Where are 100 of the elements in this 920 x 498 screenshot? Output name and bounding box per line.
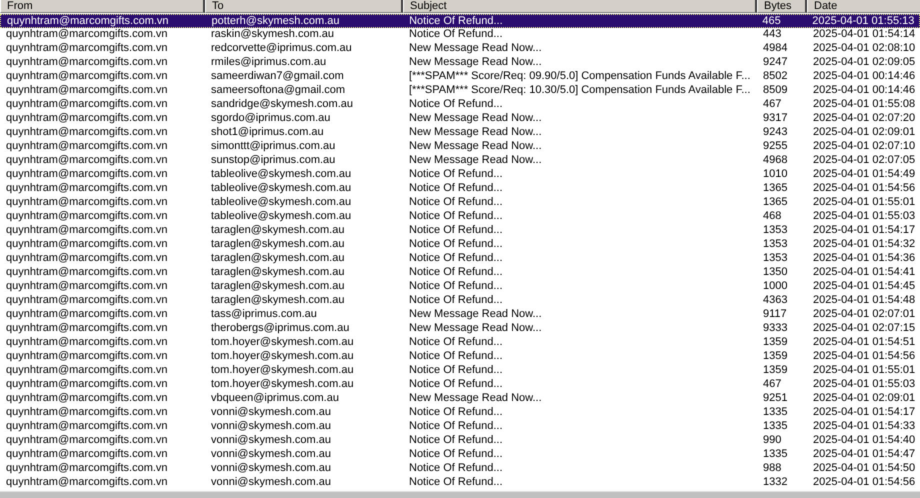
table-cell-text: quynhtram@marcomgifts.com.vn: [5, 364, 169, 378]
table-cell-text: therobergs@iprimus.com.au: [210, 322, 350, 336]
table-cell-text: 2025-04-01 01:55:13: [811, 15, 916, 27]
table-cell-text: quynhtram@marcomgifts.com.vn: [5, 70, 169, 84]
table-cell-text: Notice Of Refund...: [408, 378, 504, 392]
table-cell-text: 467: [762, 98, 782, 112]
table-cell-text: 2025-04-01 01:55:03: [812, 378, 916, 392]
table-cell-text: 1010: [762, 168, 788, 182]
table-cell-text: 2025-04-01 01:54:49: [812, 168, 916, 182]
table-cell-text: 467: [762, 378, 782, 392]
table-cell-text: 2025-04-01 02:07:05: [812, 154, 916, 168]
table-cell-text: sunstop@iprimus.com.au: [210, 154, 336, 168]
table-cell-text: 2025-04-01 01:55:08: [812, 98, 916, 112]
table-cell-text: 2025-04-01 02:07:10: [812, 140, 916, 154]
table-cell-text: quynhtram@marcomgifts.com.vn: [5, 280, 169, 294]
table-cell-text: 443: [762, 28, 782, 42]
table-cell-text: taraglen@skymesh.com.au: [210, 294, 346, 308]
table-cell-text: 2025-04-01 01:54:48: [812, 294, 916, 308]
table-cell-text: 2025-04-01 00:14:46: [812, 70, 916, 84]
table-cell-text: Notice Of Refund...: [408, 406, 504, 420]
table-cell-text: shot1@iprimus.com.au: [210, 126, 325, 140]
table-cell-text: 1359: [762, 364, 788, 378]
table-cell-text: tom.hoyer@skymesh.com.au: [210, 350, 355, 364]
table-cell-text: [***SPAM*** Score/Req: 09.90/5.0] Compensation Funds Available F...: [408, 70, 752, 84]
table-cell-text: 2025-04-01 01:55:03: [812, 210, 916, 224]
table-cell-text: vbqueen@iprimus.com.au: [210, 392, 340, 406]
table-cell-text: quynhtram@marcomgifts.com.vn: [5, 238, 169, 252]
column-header[interactable]: Date: [807, 0, 920, 13]
column-header[interactable]: From: [0, 0, 205, 13]
table-cell-text: New Message Read Now...: [408, 56, 543, 70]
table-cell-text: tableolive@skymesh.com.au: [210, 210, 352, 224]
table-cell-text: Notice Of Refund...: [408, 238, 504, 252]
table-cell-text: Notice Of Refund...: [408, 336, 504, 350]
scrollbar[interactable]: [0, 491, 920, 498]
table-cell-text: Notice Of Refund...: [408, 98, 504, 112]
table-cell-text: Notice Of Refund...: [408, 434, 504, 448]
table-cell-text: quynhtram@marcomgifts.com.vn: [5, 350, 169, 364]
table-cell-text: Notice Of Refund...: [408, 196, 504, 210]
table-cell-text: 990: [762, 434, 782, 448]
table-cell-text: vonni@skymesh.com.au: [210, 406, 332, 420]
table-cell-text: quynhtram@marcomgifts.com.vn: [5, 98, 169, 112]
table-cell-text: 2025-04-01 01:54:47: [812, 448, 916, 462]
table-cell-text: New Message Read Now...: [408, 392, 543, 406]
table-cell-text: quynhtram@marcomgifts.com.vn: [5, 224, 169, 238]
table-cell-text: quynhtram@marcomgifts.com.vn: [5, 266, 169, 280]
column-header[interactable]: Bytes: [757, 0, 807, 13]
table-cell-text: vonni@skymesh.com.au: [210, 420, 332, 434]
table-cell-text: Notice Of Refund...: [408, 420, 504, 434]
table-cell-text: Notice Of Refund...: [408, 476, 504, 490]
table-cell-text: 9333: [762, 322, 788, 336]
table-cell-text: raskin@skymesh.com.au: [210, 28, 336, 42]
table-cell-text: New Message Read Now...: [408, 154, 543, 168]
table-cell-text: [***SPAM*** Score/Req: 10.30/5.0] Compensation Funds Available F...: [408, 84, 752, 98]
table-cell-text: 1000: [762, 280, 788, 294]
table-cell-text: Notice Of Refund...: [408, 280, 504, 294]
table-cell-text: New Message Read Now...: [408, 42, 543, 56]
table-cell-text: 1335: [762, 406, 788, 420]
table-cell-text: 988: [762, 462, 782, 476]
table-cell-text: simonttt@iprimus.com.au: [210, 140, 336, 154]
table-cell-text: 4968: [762, 154, 788, 168]
table-cell-text: quynhtram@marcomgifts.com.vn: [6, 15, 170, 27]
table-cell-text: Notice Of Refund...: [408, 462, 504, 476]
table-cell-text: 2025-04-01 00:14:46: [812, 84, 916, 98]
table-cell-text: quynhtram@marcomgifts.com.vn: [5, 56, 169, 70]
table-cell-text: Notice Of Refund...: [408, 15, 504, 27]
selected-row[interactable]: quynhtram@marcomgifts.com.vn potterh@skymesh.com.au Notice Of Refund... 465 2025-04-01 01:55:13: [0, 14, 920, 28]
table-cell-text: 9255: [762, 140, 788, 154]
table-cell-text: quynhtram@marcomgifts.com.vn: [5, 252, 169, 266]
column-header[interactable]: To: [205, 0, 403, 13]
table-cell-text: Notice Of Refund...: [408, 294, 504, 308]
table-cell-text: 1365: [762, 196, 788, 210]
table-cell-text: tom.hoyer@skymesh.com.au: [210, 336, 355, 350]
table-cell-text: tass@iprimus.com.au: [210, 308, 318, 322]
table-cell-text: quynhtram@marcomgifts.com.vn: [5, 434, 169, 448]
table-cell-text: quynhtram@marcomgifts.com.vn: [5, 308, 169, 322]
table-cell-text: quynhtram@marcomgifts.com.vn: [5, 112, 169, 126]
table-cell-text: 2025-04-01 02:07:15: [812, 322, 916, 336]
table-cell-text: 1353: [762, 252, 788, 266]
table-cell-text: redcorvette@iprimus.com.au: [210, 42, 353, 56]
column-header[interactable]: Subject: [403, 0, 757, 13]
table-cell-text: taraglen@skymesh.com.au: [210, 266, 346, 280]
table-cell-text: quynhtram@marcomgifts.com.vn: [5, 476, 169, 490]
table-cell-text: 1359: [762, 350, 788, 364]
table-cell-text: 2025-04-01 01:55:01: [812, 364, 916, 378]
table-cell-text: vonni@skymesh.com.au: [210, 434, 332, 448]
table-cell-text: vonni@skymesh.com.au: [210, 448, 332, 462]
table-cell-text: 1359: [762, 336, 788, 350]
table-cell-text: quynhtram@marcomgifts.com.vn: [5, 84, 169, 98]
table-cell-text: 2025-04-01 02:08:10: [812, 42, 916, 56]
table-cell-text: 2025-04-01 01:54:45: [812, 280, 916, 294]
table-cell-text: Notice Of Refund...: [408, 210, 504, 224]
table-cell-text: 2025-04-01 01:54:51: [812, 336, 916, 350]
table-cell-text: 1350: [762, 266, 788, 280]
table-cell-text: quynhtram@marcomgifts.com.vn: [5, 406, 169, 420]
table-cell-text: 2025-04-01 01:54:56: [812, 350, 916, 364]
table-cell-text: Notice Of Refund...: [408, 350, 504, 364]
table-cell-text: tableolive@skymesh.com.au: [210, 182, 352, 196]
table-cell-text: 2025-04-01 01:54:14: [812, 28, 916, 42]
table-cell-text: quynhtram@marcomgifts.com.vn: [5, 378, 169, 392]
table-cell-text: quynhtram@marcomgifts.com.vn: [5, 462, 169, 476]
